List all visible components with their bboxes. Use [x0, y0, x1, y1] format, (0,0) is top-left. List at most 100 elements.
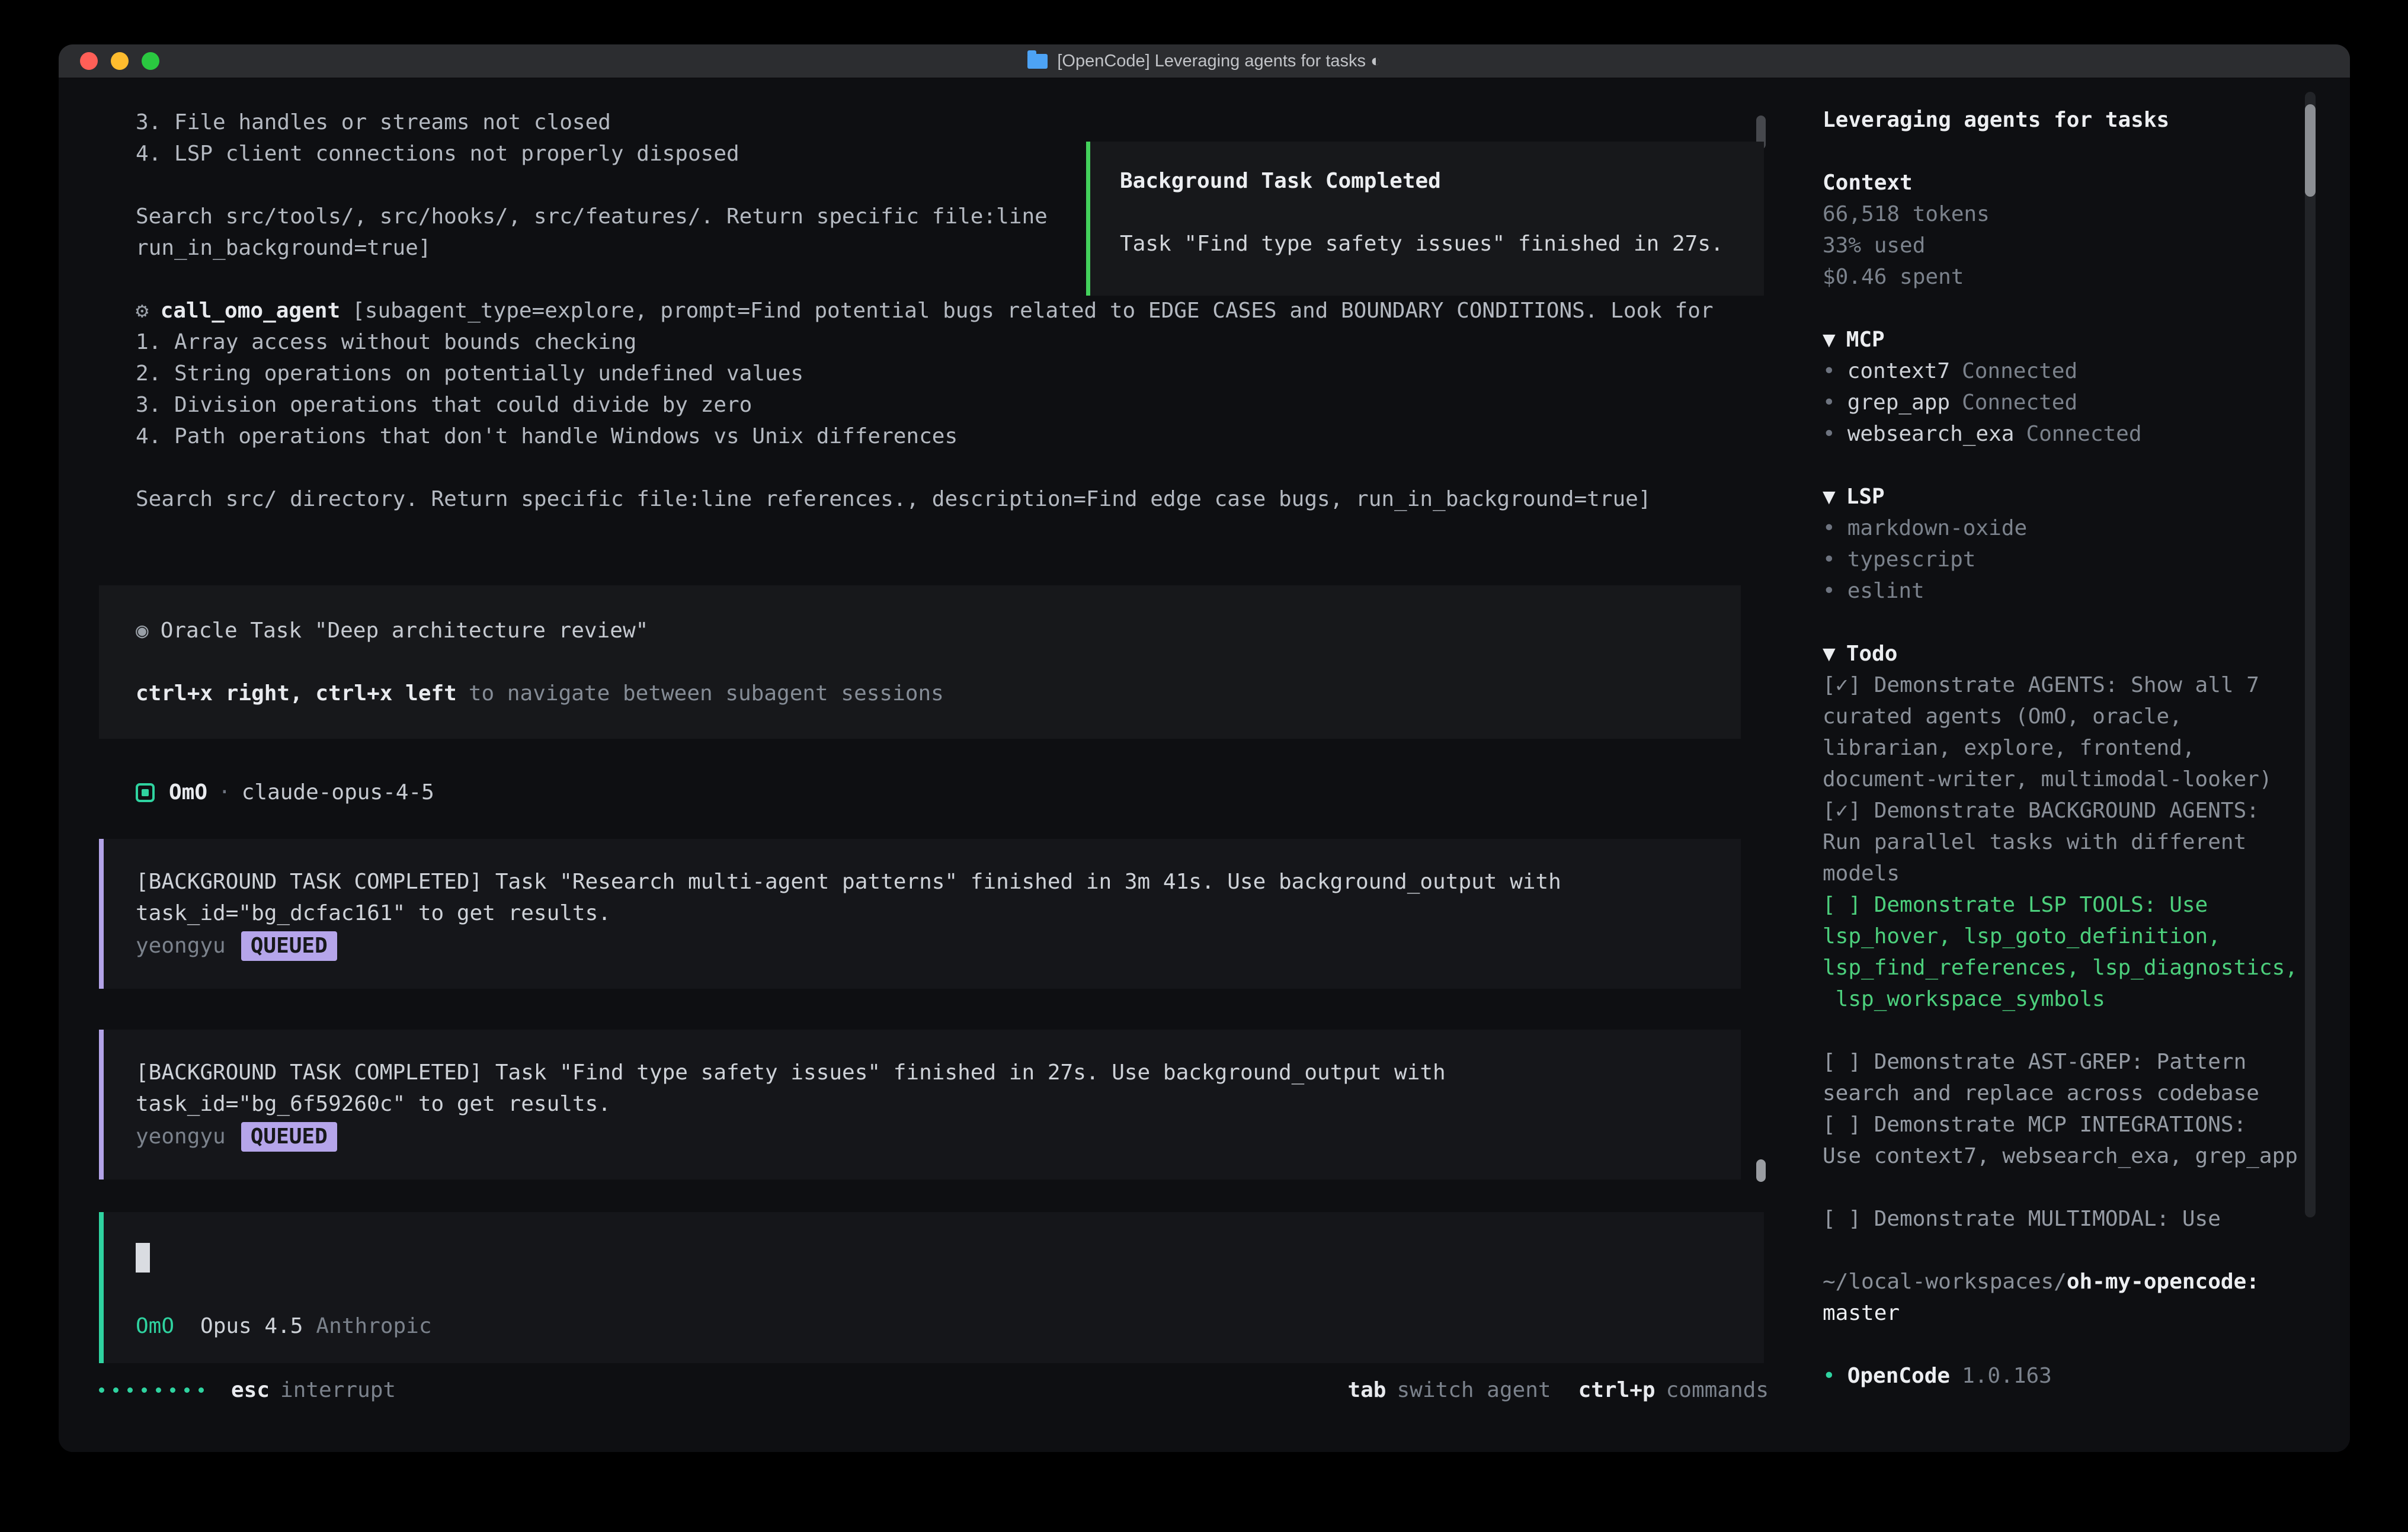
record-icon: ◉	[136, 618, 149, 643]
input-model-name: Opus 4.5	[200, 1310, 303, 1342]
tab-key-hint: tab	[1347, 1374, 1386, 1406]
input-agent-name: OmO	[136, 1310, 174, 1342]
bullet-icon: •	[1823, 1364, 1836, 1388]
hint-keys: ctrl+x right, ctrl+x left	[136, 681, 457, 706]
navigation-hint: ctrl+x right, ctrl+x left to navigate bet…	[136, 678, 1741, 709]
mcp-name: grep_app	[1847, 390, 1950, 415]
mcp-item: • grep_app Connected	[1823, 387, 2303, 418]
lsp-name: eslint	[1847, 579, 1925, 603]
message-meta: yeongyu QUEUED	[136, 1120, 1741, 1153]
app-window: [OpenCode] Leveraging agents for tasks ◐…	[59, 44, 2350, 1452]
close-button[interactable]	[80, 52, 98, 70]
terminal-line: 4. Path operations that don't handle Win…	[136, 421, 1799, 452]
bullet-icon: •	[1823, 422, 1836, 446]
agent-checkbox-icon	[136, 783, 155, 802]
workspace-path: ~/local-workspaces/oh-my-opencode:	[1823, 1266, 2303, 1297]
context-used: 33% used	[1823, 230, 2303, 261]
maximize-button[interactable]	[142, 52, 159, 70]
lsp-section-header[interactable]: ▼ LSP	[1823, 481, 2303, 512]
mcp-name: context7	[1847, 359, 1950, 383]
terminal-line: 3. Division operations that could divide…	[136, 389, 1799, 421]
titlebar: [OpenCode] Leveraging agents for tasks ◐	[59, 44, 2350, 78]
folder-icon	[1027, 54, 1048, 69]
scrollbar-thumb[interactable]	[1756, 1159, 1766, 1182]
message-line: task_id="bg_6f59260c" to get results.	[136, 1088, 1741, 1120]
lsp-heading: LSP	[1846, 485, 1885, 509]
minimize-button[interactable]	[111, 52, 129, 70]
terminal-line: 3. File handles or streams not closed	[136, 107, 1799, 138]
mcp-section-header[interactable]: ▼ MCP	[1823, 324, 2303, 355]
sidebar-scrollbar-thumb[interactable]	[2305, 104, 2316, 197]
oracle-task-title: ◉ Oracle Task "Deep architecture review"	[136, 615, 1741, 646]
model-status-line: OmO Opus 4.5 Anthropic	[136, 1310, 1764, 1342]
agent-model: claude-opus-4-5	[242, 777, 434, 808]
status-badge: QUEUED	[241, 1122, 337, 1152]
mcp-status: Connected	[1962, 390, 2077, 415]
mcp-heading: MCP	[1846, 328, 1885, 352]
mcp-status: Connected	[1962, 359, 2077, 383]
bullet-icon: •	[1823, 547, 1836, 572]
background-task-message: [BACKGROUND TASK COMPLETED] Task "Find t…	[99, 1030, 1741, 1180]
oracle-task-panel: ◉Oracle Task "Deep architecture review" …	[99, 585, 1741, 739]
terminal-line: 2. String operations on potentially unde…	[136, 358, 1799, 389]
git-branch: master	[1823, 1297, 2303, 1329]
tool-name: call_omo_agent	[161, 299, 340, 323]
tool-call-line: ⚙ call_omo_agent [subagent_type=explore, p…	[136, 295, 1799, 326]
esc-key-hint: esc	[231, 1374, 270, 1406]
mcp-item: •websearch_exaConnected	[1823, 418, 2303, 450]
sidebar-scrollbar-track[interactable]	[2305, 92, 2316, 1217]
app-version: 1.0.163	[1962, 1364, 2052, 1388]
terminal-line: 1. Array access without bounds checking	[136, 326, 1799, 358]
window-title: [OpenCode] Leveraging agents for tasks ◐	[1027, 52, 1381, 71]
tab-key-label: switch agent	[1397, 1374, 1551, 1406]
background-task-message: [BACKGROUND TASK COMPLETED] Task "Resear…	[99, 839, 1741, 989]
status-bar: esc interrupt tab switch agent ctrl+p co…	[99, 1374, 1769, 1406]
bullet-icon: •	[1823, 359, 1836, 383]
text-cursor	[136, 1243, 150, 1273]
esc-key-label: interrupt	[280, 1374, 396, 1406]
lsp-item: •markdown-oxide	[1823, 512, 2303, 544]
ctrlp-key-hint: ctrl+p	[1578, 1374, 1655, 1406]
bullet-icon: •	[1823, 516, 1836, 540]
message-meta: yeongyu QUEUED	[136, 929, 1741, 963]
notification-title: Background Task Completed	[1120, 165, 1764, 197]
status-badge: QUEUED	[241, 931, 337, 961]
chevron-down-icon: ▼	[1823, 485, 1836, 509]
context-tokens: 66,518 tokens	[1823, 198, 2303, 230]
tool-args: [subagent_type=explore, prompt=Find pote…	[352, 299, 1713, 323]
hint-text: to navigate between subagent sessions	[469, 681, 944, 706]
notification-body: Task "Find type safety issues" finished …	[1120, 228, 1764, 259]
todo-item: [ ] Demonstrate MCP INTEGRATIONS: Use co…	[1823, 1109, 2303, 1172]
todo-section-header[interactable]: ▼Todo	[1823, 638, 2303, 669]
prompt-input[interactable]: OmO Opus 4.5 Anthropic	[99, 1212, 1764, 1363]
terminal-pane: 3. File handles or streams not closed 4.…	[59, 78, 1799, 1452]
context-heading: Context	[1823, 167, 2303, 198]
message-line: task_id="bg_dcfac161" to get results.	[136, 898, 1741, 929]
mcp-status: Connected	[2026, 422, 2141, 446]
workspace-repo: oh-my-opencode:	[2067, 1270, 2259, 1294]
window-controls	[80, 44, 159, 78]
app-name: OpenCode	[1847, 1364, 1950, 1388]
message-line: [BACKGROUND TASK COMPLETED] Task "Find t…	[136, 1057, 1741, 1088]
todo-item: [ ] Demonstrate MULTIMODAL: Use	[1823, 1203, 2303, 1235]
oracle-task-label: Oracle Task "Deep architecture review"	[161, 618, 649, 643]
bullet-icon: •	[1823, 579, 1836, 603]
terminal-line: Search src/ directory. Return specific f…	[136, 483, 1799, 515]
lsp-item: • eslint	[1823, 575, 2303, 607]
context-spent: $0.46 spent	[1823, 261, 2303, 293]
mcp-item: • context7 Connected	[1823, 355, 2303, 387]
todo-item: [✓] Demonstrate BACKGROUND AGENTS: Run p…	[1823, 795, 2303, 889]
message-author: yeongyu	[136, 930, 226, 961]
workspace-path-prefix: ~/local-workspaces/	[1823, 1270, 2067, 1294]
message-line: [BACKGROUND TASK COMPLETED] Task "Resear…	[136, 866, 1741, 898]
session-title: Leveraging agents for tasks	[1823, 104, 2303, 136]
agent-name: OmO	[169, 777, 207, 808]
bullet-icon: •	[1823, 390, 1836, 415]
window-title-text: [OpenCode] Leveraging agents for tasks ◐	[1057, 52, 1381, 71]
gear-icon: ⚙	[136, 299, 149, 323]
chevron-down-icon: ▼	[1823, 328, 1836, 352]
todo-item: [ ] Demonstrate AST-GREP: Pattern search…	[1823, 1046, 2303, 1109]
sidebar: Leveraging agents for tasks Context 66,5…	[1799, 78, 2350, 1452]
todo-item: [✓] Demonstrate AGENTS: Show all 7 curat…	[1823, 669, 2303, 795]
app-version-line: • OpenCode 1.0.163	[1823, 1360, 2303, 1392]
